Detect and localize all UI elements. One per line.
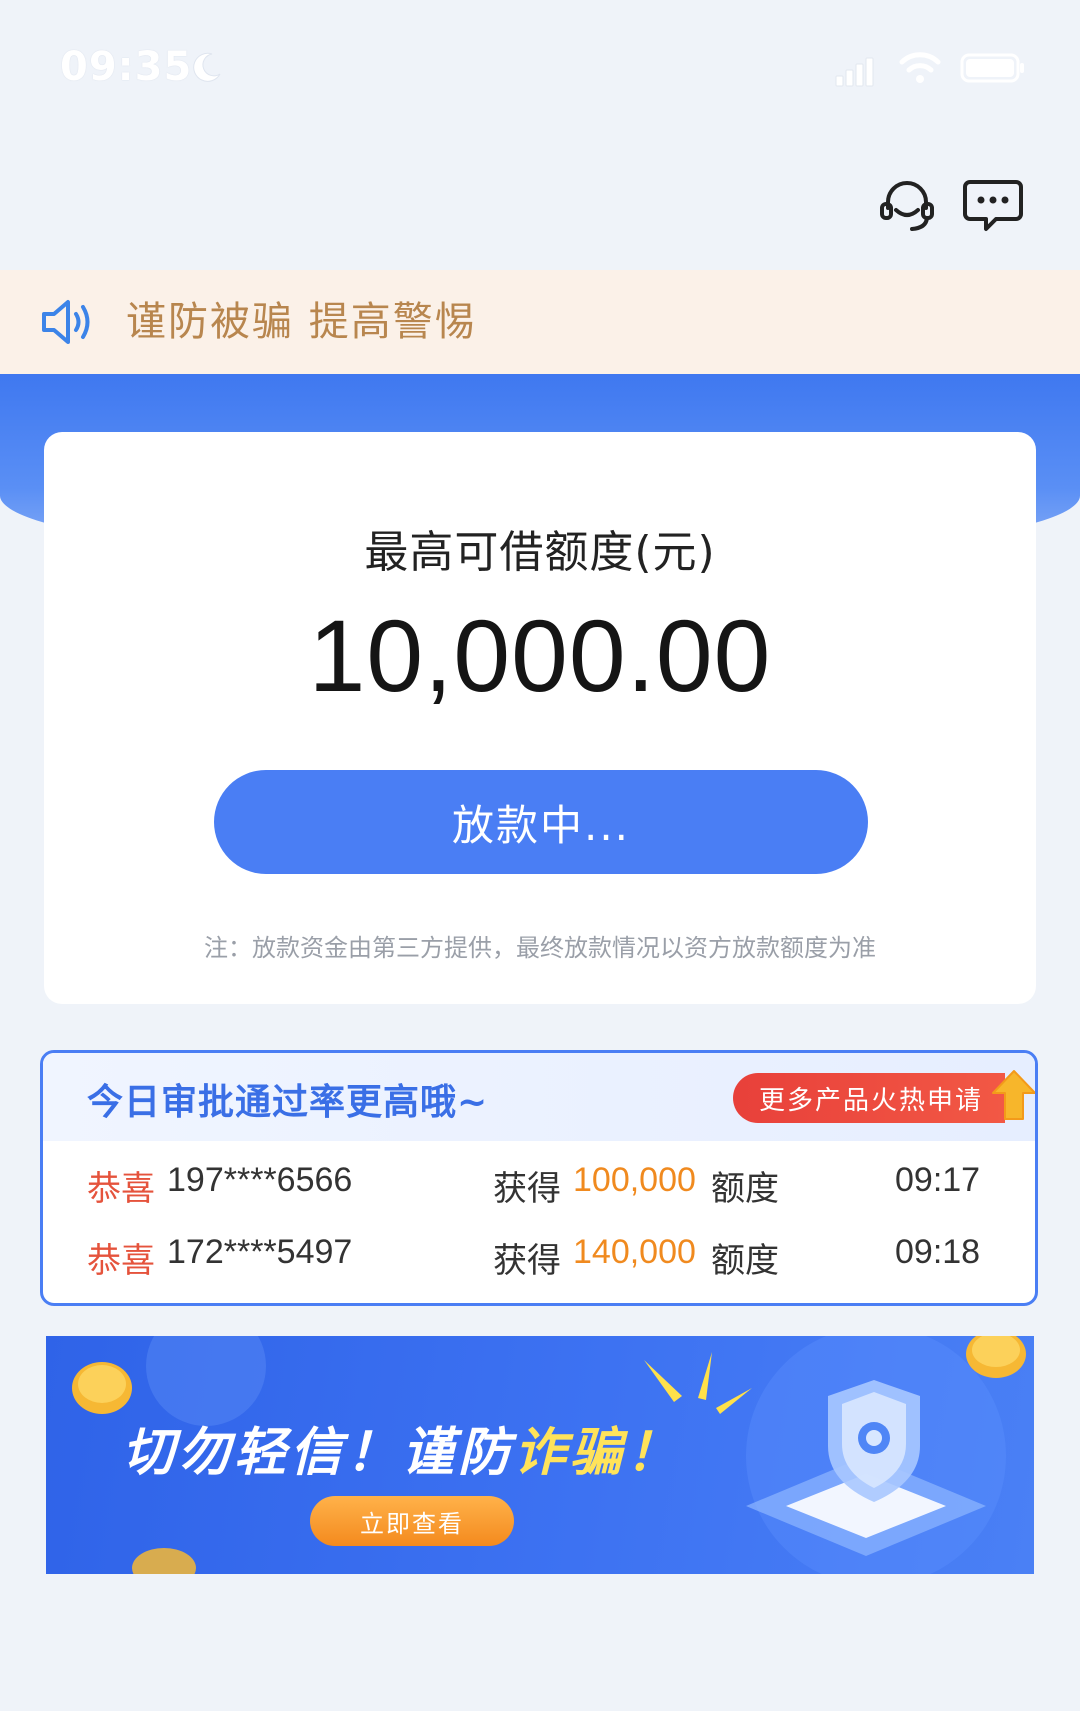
row-congrats: 恭喜 bbox=[87, 1169, 155, 1209]
battery-icon bbox=[960, 53, 1024, 83]
status-time: 09:35 bbox=[60, 44, 193, 90]
speaker-icon bbox=[42, 300, 90, 344]
approval-panel: 今日审批通过率更高哦~ 更多产品火热申请 恭喜 197****6566 获得 1… bbox=[40, 1050, 1038, 1306]
approval-title: 今日审批通过率更高哦~ bbox=[87, 1082, 489, 1123]
loan-status-button[interactable]: 放款中... bbox=[214, 770, 868, 874]
row-amount: 100,000 bbox=[573, 1161, 696, 1199]
signal-icon bbox=[835, 57, 874, 87]
status-bar: 09:35 bbox=[0, 0, 1080, 140]
customer-service-icon[interactable] bbox=[876, 174, 938, 236]
credit-title: 最高可借额度(元) bbox=[364, 527, 716, 578]
approval-list: 恭喜 197****6566 获得 100,000 额度 09:17 恭喜 17… bbox=[43, 1149, 1035, 1293]
approval-row: 恭喜 197****6566 获得 100,000 额度 09:17 bbox=[43, 1149, 1035, 1221]
notice-bar: 谨防被骗 提高警惕 bbox=[0, 270, 1080, 374]
banner-slogan-text: 切勿轻信！谨防 bbox=[122, 1423, 515, 1483]
row-quota: 额度 bbox=[711, 1241, 779, 1281]
row-got: 获得 bbox=[493, 1169, 561, 1209]
wifi-icon bbox=[899, 52, 941, 83]
loan-note: 注：放款资金由第三方提供，最终放款情况以资方放款额度为准 bbox=[204, 934, 876, 962]
moon-icon bbox=[193, 52, 221, 82]
row-quota: 额度 bbox=[711, 1169, 779, 1209]
anti-fraud-banner[interactable]: 切勿轻信！谨防诈骗！ 立即查看 bbox=[46, 1336, 1034, 1574]
row-phone: 197****6566 bbox=[167, 1161, 353, 1199]
loan-page: 09:35 谨防被骗 提高警惕 最高可借额度(元) 10,000.00 放款中.… bbox=[0, 0, 1080, 1711]
notice-text: 谨防被骗 提高警惕 bbox=[126, 299, 477, 345]
banner-slogan: 切勿轻信！谨防诈骗！ bbox=[122, 1410, 682, 1485]
credit-card: 最高可借额度(元) 10,000.00 放款中... 注：放款资金由第三方提供，… bbox=[44, 432, 1036, 1004]
credit-amount: 10,000.00 bbox=[308, 599, 772, 713]
row-got: 获得 bbox=[493, 1241, 561, 1281]
more-products-badge[interactable]: 更多产品火热申请 bbox=[733, 1073, 1005, 1123]
approval-header: 今日审批通过率更高哦~ 更多产品火热申请 bbox=[43, 1053, 1035, 1141]
row-time: 09:17 bbox=[895, 1161, 981, 1199]
approval-row: 恭喜 172****5497 获得 140,000 额度 09:18 bbox=[43, 1221, 1035, 1293]
arrow-up-icon bbox=[992, 1070, 1035, 1120]
banner-slogan-highlight: 诈骗！ bbox=[514, 1423, 683, 1483]
row-congrats: 恭喜 bbox=[87, 1241, 155, 1281]
view-now-button[interactable]: 立即查看 bbox=[310, 1496, 514, 1546]
message-icon[interactable] bbox=[962, 176, 1024, 234]
row-time: 09:18 bbox=[895, 1233, 981, 1271]
row-phone: 172****5497 bbox=[167, 1233, 353, 1271]
row-amount: 140,000 bbox=[573, 1233, 696, 1271]
